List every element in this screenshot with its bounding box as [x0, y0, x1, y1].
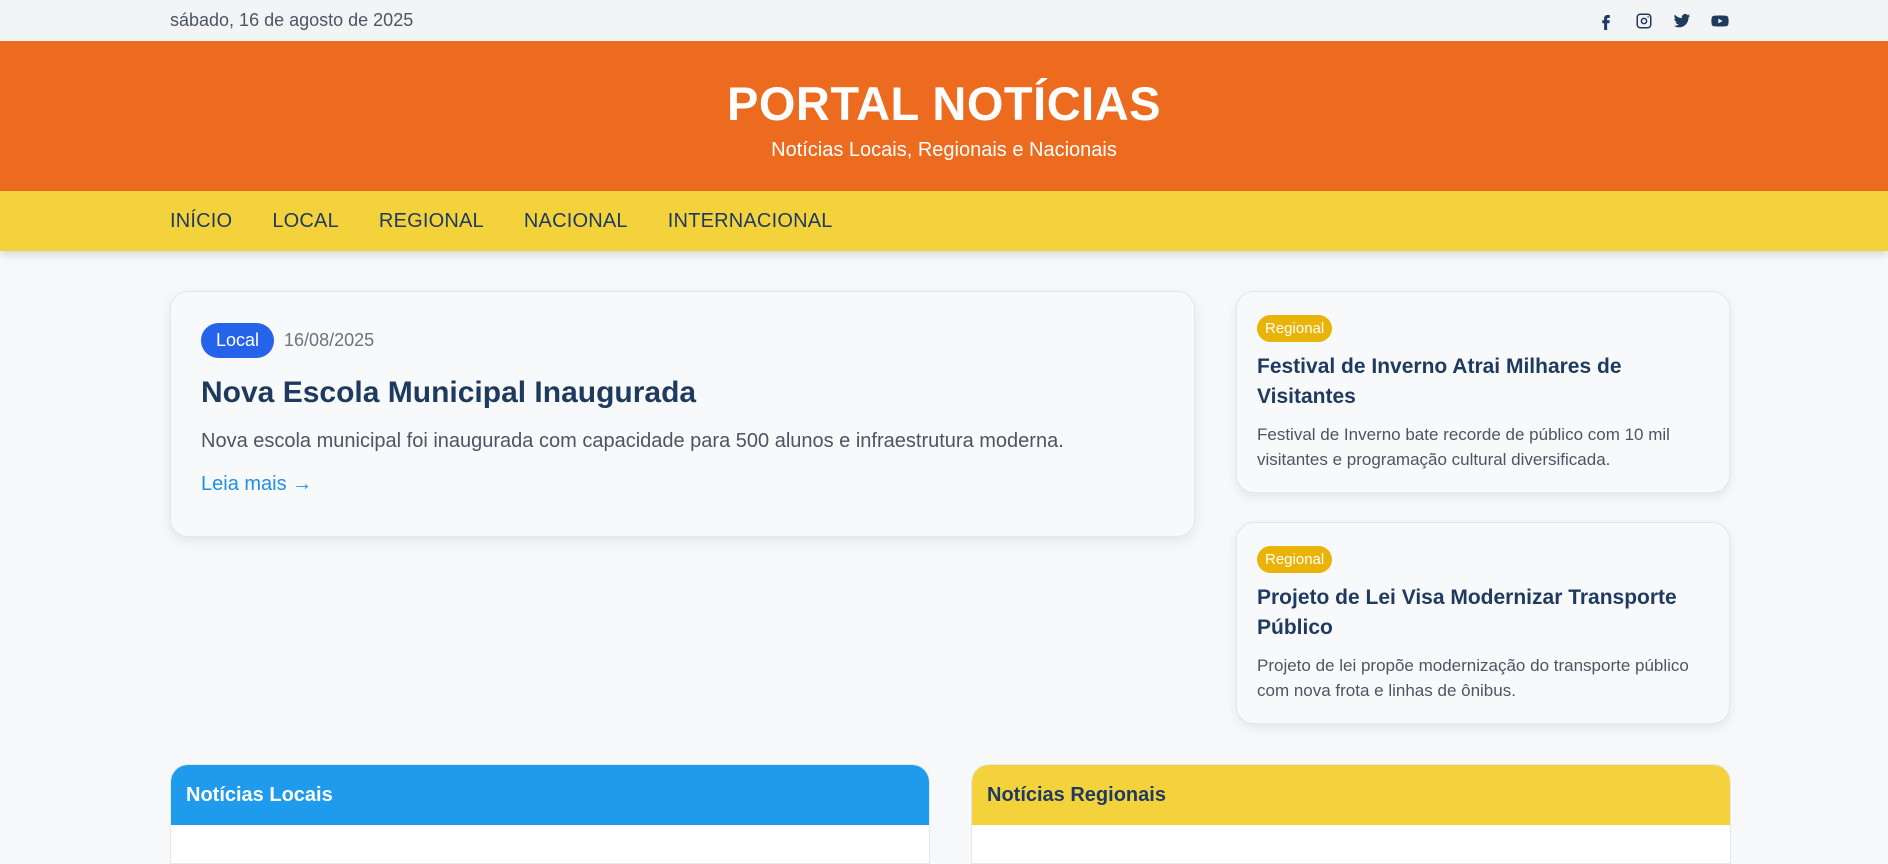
article-summary: Nova escola municipal foi inaugurada com… — [201, 430, 1064, 452]
youtube-icon[interactable] — [1710, 11, 1730, 31]
featured-article[interactable]: Local 16/08/2025 Nova Escola Municipal I… — [170, 291, 1195, 537]
news-sections: Notícias Locais Notícias Regionais — [170, 764, 1731, 864]
main-content: Local 16/08/2025 Nova Escola Municipal I… — [0, 251, 1888, 724]
side-article-title[interactable]: Projeto de Lei Visa Modernizar Transport… — [1257, 583, 1709, 643]
nav-item-regional[interactable]: REGIONAL — [379, 210, 484, 233]
read-more-link[interactable]: Leia mais → — [201, 473, 312, 496]
nav-item-inicio[interactable]: INÍCIO — [170, 210, 232, 233]
instagram-icon[interactable] — [1634, 11, 1654, 31]
article-date: 16/08/2025 — [284, 330, 375, 350]
top-bar: sábado, 16 de agosto de 2025 — [0, 0, 1888, 41]
side-article[interactable]: Regional Projeto de Lei Visa Modernizar … — [1236, 522, 1730, 724]
facebook-icon[interactable] — [1596, 11, 1616, 31]
site-header: PORTAL NOTÍCIAS Notícias Locais, Regiona… — [0, 41, 1888, 191]
side-article-summary: Festival de Inverno bate recorde de públ… — [1257, 425, 1670, 469]
nav-item-internacional[interactable]: INTERNACIONAL — [668, 210, 833, 233]
twitter-icon[interactable] — [1672, 11, 1692, 31]
social-links — [1596, 11, 1730, 31]
current-date: sábado, 16 de agosto de 2025 — [170, 10, 414, 30]
side-article[interactable]: Regional Festival de Inverno Atrai Milha… — [1236, 291, 1730, 493]
nav-item-nacional[interactable]: NACIONAL — [524, 210, 628, 233]
article-title[interactable]: Nova Escola Municipal Inaugurada — [201, 376, 1164, 410]
category-badge[interactable]: Regional — [1257, 546, 1333, 573]
side-article-title[interactable]: Festival de Inverno Atrai Milhares de Vi… — [1257, 352, 1709, 412]
regional-news-section: Notícias Regionais — [971, 764, 1731, 864]
article-meta: Local 16/08/2025 — [201, 323, 1164, 358]
category-badge[interactable]: Regional — [1257, 315, 1333, 342]
site-title[interactable]: PORTAL NOTÍCIAS — [727, 76, 1161, 131]
regional-news-heading: Notícias Regionais — [972, 765, 1730, 825]
local-news-heading: Notícias Locais — [171, 765, 929, 825]
side-articles: Regional Festival de Inverno Atrai Milha… — [1236, 291, 1730, 724]
local-news-section: Notícias Locais — [170, 764, 930, 864]
main-nav: INÍCIO LOCAL REGIONAL NACIONAL INTERNACI… — [0, 191, 1888, 251]
nav-item-local[interactable]: LOCAL — [272, 210, 339, 233]
side-article-summary: Projeto de lei propõe modernização do tr… — [1257, 656, 1689, 700]
site-subtitle: Notícias Locais, Regionais e Nacionais — [771, 139, 1117, 161]
category-badge[interactable]: Local — [201, 323, 275, 358]
